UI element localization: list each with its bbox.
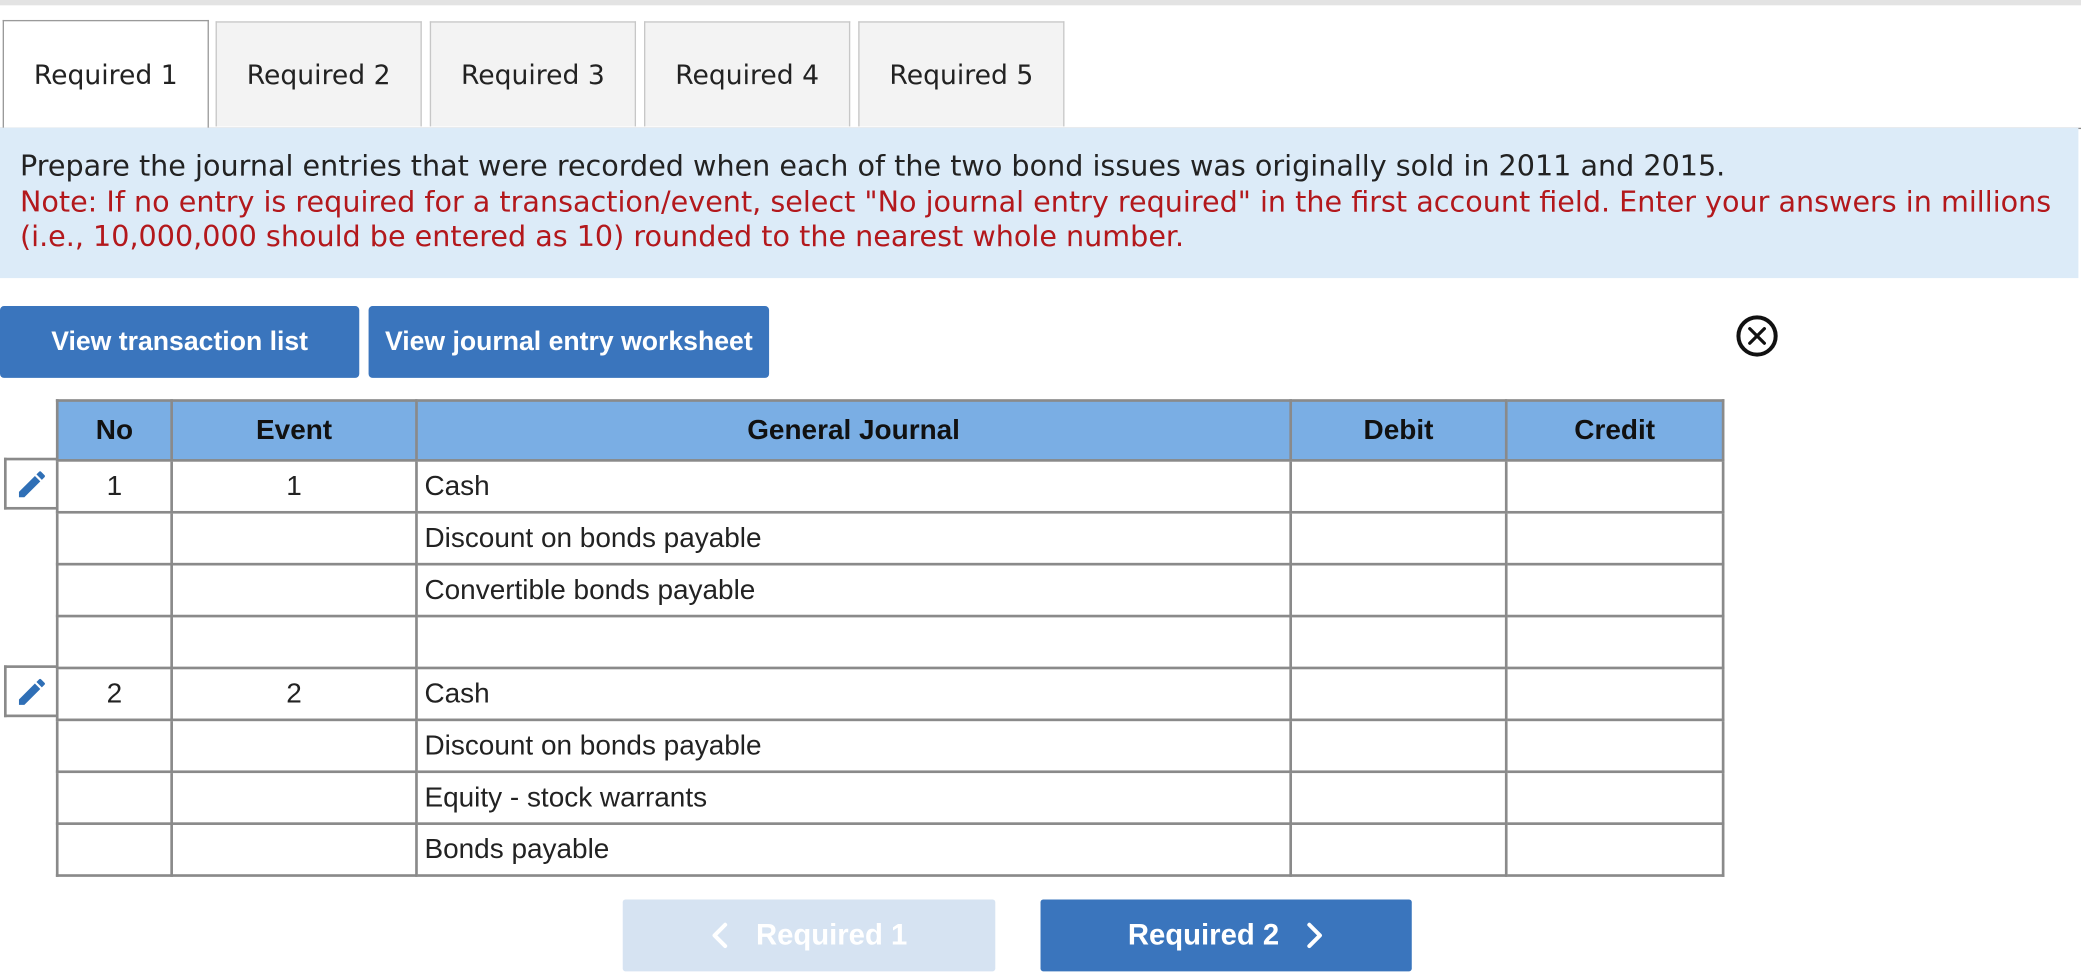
instruction-panel: Prepare the journal entries that were re… (0, 127, 2079, 279)
instruction-note: Note: If no entry is required for a tran… (19, 185, 2052, 255)
cell-debit (1289, 459, 1508, 514)
cell-account: Convertible bonds payable (415, 562, 1293, 618)
cell-credit (1504, 562, 1725, 618)
header-debit: Debit (1289, 399, 1508, 462)
view-transaction-list-button[interactable]: View transaction list (0, 306, 360, 378)
chevron-left-icon (711, 922, 730, 949)
edit-entry-2-button[interactable] (3, 665, 58, 718)
cell-no: 2 (55, 666, 173, 722)
close-icon[interactable] (1736, 315, 1778, 357)
tab-required-3[interactable]: Required 3 (429, 21, 637, 127)
tab-required-2[interactable]: Required 2 (215, 21, 422, 127)
view-journal-entry-worksheet-button[interactable]: View journal entry worksheet (368, 306, 770, 378)
cell-credit (1504, 510, 1725, 566)
cell-event (170, 718, 418, 774)
cell-debit (1289, 614, 1508, 670)
tab-required-1[interactable]: Required 1 (2, 19, 209, 128)
cell-debit (1289, 718, 1508, 774)
cell-account: Discount on bonds payable (415, 510, 1293, 566)
cell-account (415, 614, 1293, 670)
previous-required-label: Required 1 (755, 918, 908, 952)
cell-event (170, 614, 418, 670)
table-row: Convertible bonds payable (55, 562, 1725, 618)
table-row (55, 614, 1725, 670)
cell-no: 1 (55, 459, 173, 514)
cell-event (170, 770, 418, 825)
pencil-icon (18, 470, 45, 497)
cell-no (55, 718, 173, 774)
cell-debit (1289, 562, 1508, 618)
cell-credit (1504, 614, 1725, 670)
top-divider (0, 0, 2081, 6)
next-required-button[interactable]: Required 2 (1040, 899, 1412, 972)
table-row: Equity - stock warrants (55, 770, 1725, 825)
cell-account: Cash (415, 666, 1293, 722)
header-credit: Credit (1504, 399, 1725, 462)
cell-event (170, 822, 418, 877)
stage: Required 1 Required 2 Required 3 Require… (0, 0, 2081, 977)
cell-account: Discount on bonds payable (415, 718, 1293, 774)
cell-debit (1289, 822, 1508, 877)
cell-account: Cash (415, 459, 1293, 514)
general-journal-table: No Event General Journal Debit Credit 1 … (55, 399, 1725, 877)
cell-event: 1 (170, 459, 418, 514)
cell-no (55, 614, 173, 670)
cell-account: Bonds payable (415, 822, 1293, 877)
edit-entry-1-button[interactable] (3, 457, 58, 510)
table-row: Discount on bonds payable (55, 510, 1725, 566)
table-row: Discount on bonds payable (55, 718, 1725, 774)
instruction-text: Prepare the journal entries that were re… (19, 150, 1726, 184)
cell-account: Equity - stock warrants (415, 770, 1293, 825)
cell-no (55, 562, 173, 618)
cell-event (170, 510, 418, 566)
next-required-label: Required 2 (1127, 918, 1280, 952)
cell-event: 2 (170, 666, 418, 722)
pencil-icon (18, 678, 45, 705)
tab-required-5[interactable]: Required 5 (858, 21, 1065, 127)
close-x-glyph (1748, 327, 1766, 345)
previous-required-button[interactable]: Required 1 (622, 899, 996, 972)
header-general-journal: General Journal (415, 399, 1293, 462)
cell-debit (1289, 666, 1508, 722)
cell-no (55, 822, 173, 877)
cell-debit (1289, 510, 1508, 566)
table-row: 1 1 Cash (55, 459, 1725, 514)
cell-credit (1504, 718, 1725, 774)
cell-debit (1289, 770, 1508, 825)
header-event: Event (170, 399, 418, 462)
cell-credit (1504, 459, 1725, 514)
table-row: 2 2 Cash (55, 666, 1725, 722)
chevron-right-icon (1306, 922, 1325, 949)
cell-no (55, 510, 173, 566)
cell-credit (1504, 770, 1725, 825)
cell-event (170, 562, 418, 618)
cell-credit (1504, 822, 1725, 877)
cell-credit (1504, 666, 1725, 722)
table-row: Bonds payable (55, 822, 1725, 877)
header-no: No (55, 399, 173, 462)
tab-bar: Required 1 Required 2 Required 3 Require… (0, 19, 2081, 130)
cell-no (55, 770, 173, 825)
table-header-row: No Event General Journal Debit Credit (55, 399, 1725, 462)
tab-required-4[interactable]: Required 4 (644, 21, 851, 127)
